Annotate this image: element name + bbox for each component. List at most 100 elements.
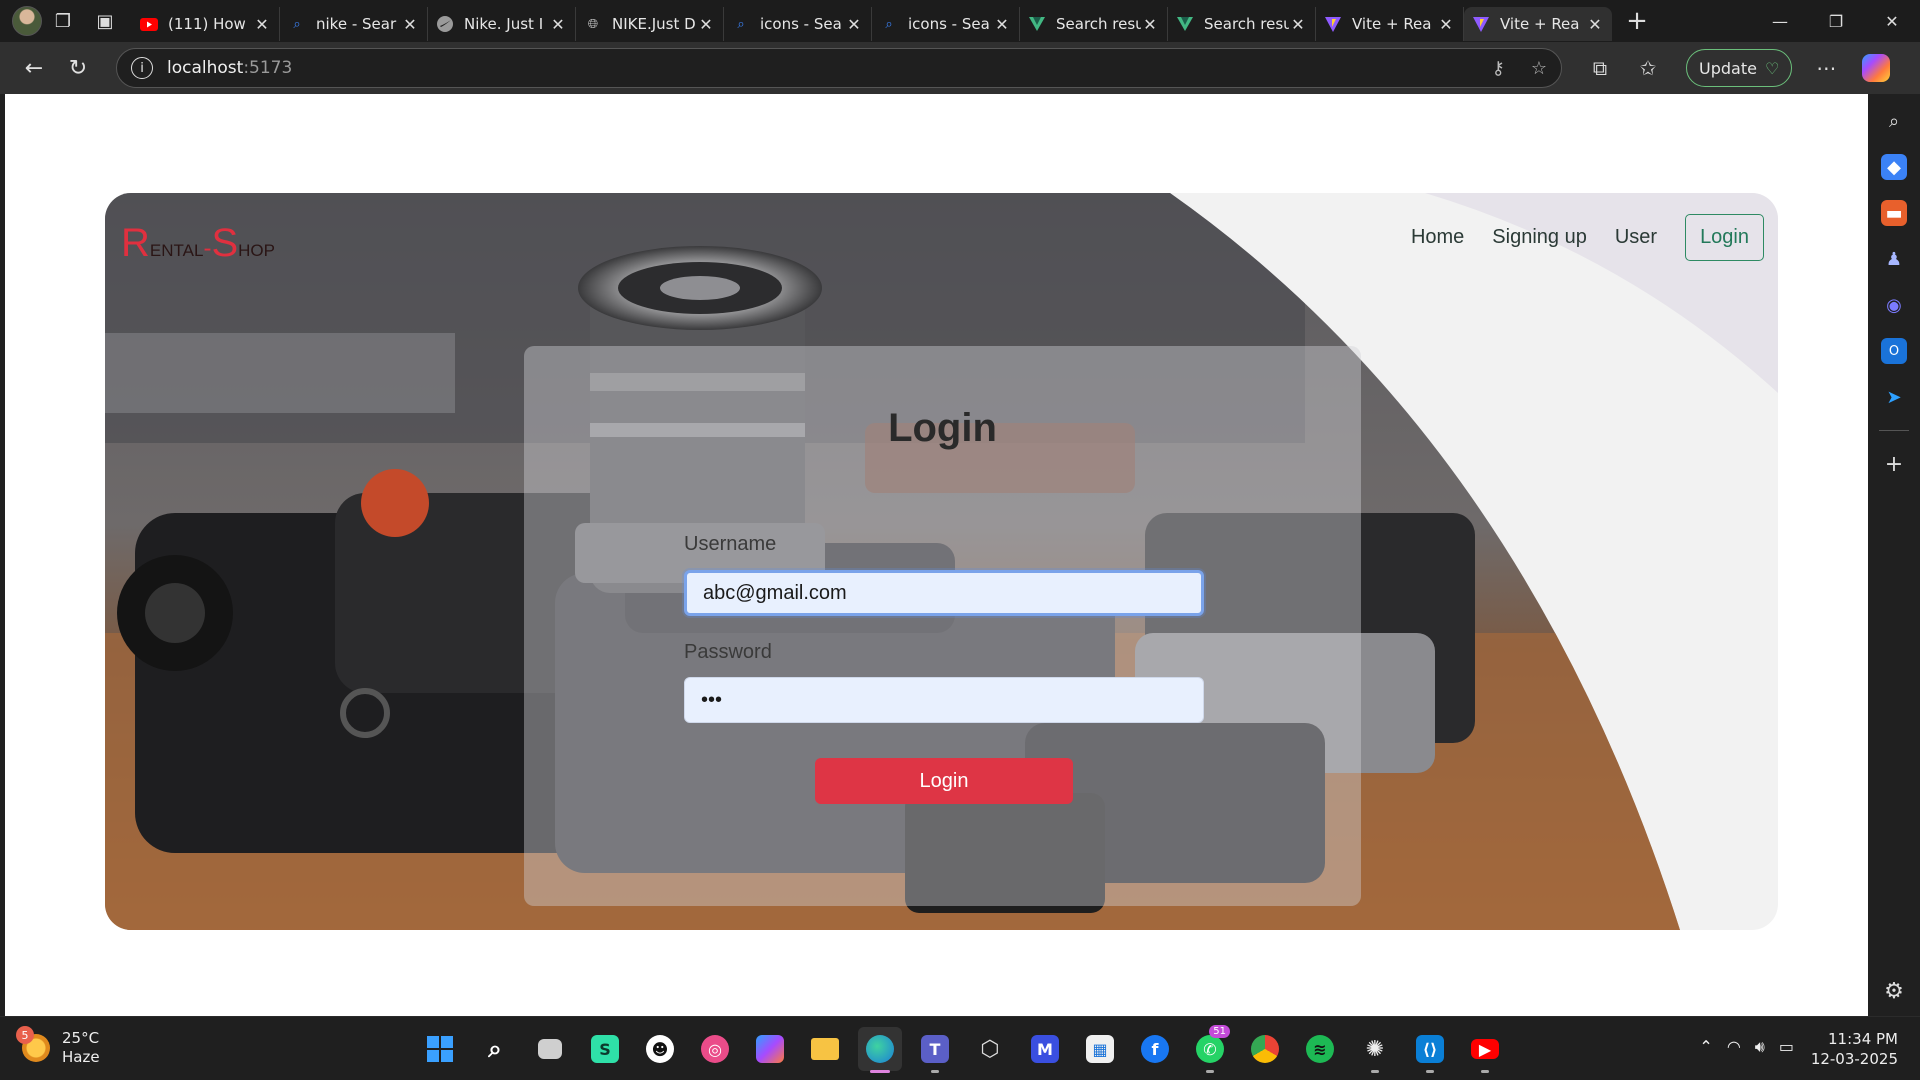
browser-tab[interactable]: ⌕ icons - Sea ✕ (724, 7, 872, 41)
shopping-tag-icon[interactable]: ◆ (1881, 154, 1907, 180)
task-view-icon (538, 1039, 562, 1059)
close-tab-icon[interactable]: ✕ (993, 15, 1011, 34)
favorite-star-icon[interactable]: ☆ (1531, 58, 1547, 79)
taskbar-app-whatsapp[interactable]: ✆ 51 (1188, 1025, 1232, 1073)
volume-icon[interactable]: 🔊︎ (1755, 1037, 1765, 1057)
copilot-sidebar-icon[interactable]: ◉ (1881, 292, 1907, 318)
browser-tab[interactable]: (111) How ✕ (132, 7, 280, 41)
taskbar-app-chatgpt[interactable]: ✺ (1353, 1027, 1397, 1073)
task-view-button[interactable] (528, 1027, 572, 1071)
browser-tab-active[interactable]: Vite + Rea ✕ (1464, 7, 1612, 41)
taskbar-app-chrome[interactable] (1243, 1027, 1287, 1071)
close-tab-icon[interactable]: ✕ (845, 15, 863, 34)
update-button[interactable]: Update ♡ (1686, 49, 1793, 87)
workspaces-icon[interactable]: ❐ (42, 0, 84, 42)
tab-strip: (111) How ✕ ⌕ nike - Sear ✕ Nike. Just I… (132, 0, 1612, 42)
weather-widget[interactable]: 5 25°C Haze (16, 1026, 100, 1067)
streamlabs-icon: S (591, 1035, 619, 1063)
tab-title: icons - Sea (908, 15, 990, 33)
site-logo[interactable]: Rental-Shop (121, 221, 275, 266)
battery-icon[interactable]: ▭ (1779, 1037, 1794, 1057)
search-icon: ⌕ (737, 16, 745, 32)
close-tab-icon[interactable]: ✕ (697, 15, 715, 34)
folder-icon (811, 1038, 839, 1060)
weather-sun-icon: 5 (16, 1026, 50, 1062)
close-window-icon[interactable]: ✕ (1864, 0, 1920, 42)
close-tab-icon[interactable]: ✕ (1141, 15, 1159, 34)
browser-tab[interactable]: 🌐︎ NIKE.Just D ✕ (576, 7, 724, 41)
login-submit-button[interactable]: Login (815, 758, 1073, 804)
address-bar[interactable]: i localhost:5173 ⚷ ☆ (116, 48, 1562, 88)
close-tab-icon[interactable]: ✕ (549, 15, 567, 34)
taskbar-app-unity[interactable]: ⬡ (968, 1027, 1012, 1071)
site-info-icon[interactable]: i (131, 57, 153, 79)
taskbar-app-teams[interactable]: T (913, 1027, 957, 1073)
close-tab-icon[interactable]: ✕ (401, 15, 419, 34)
browser-tab[interactable]: Search resu ✕ (1020, 7, 1168, 41)
games-icon[interactable]: ♟ (1881, 246, 1907, 272)
close-tab-icon[interactable]: ✕ (1586, 15, 1604, 34)
tab-title: nike - Sear (316, 15, 397, 33)
more-options-icon[interactable]: ⋯ (1806, 48, 1846, 88)
taskbar-app-youtube[interactable]: ▶ (1463, 1027, 1507, 1073)
tab-title: Vite + Rea (1352, 15, 1432, 33)
profile-avatar[interactable] (12, 6, 42, 36)
close-tab-icon[interactable]: ✕ (253, 15, 271, 34)
restore-icon[interactable]: ❐ (1808, 0, 1864, 42)
minimize-icon[interactable]: — (1752, 0, 1808, 42)
browser-tab[interactable]: ⌕ nike - Sear ✕ (280, 7, 428, 41)
nav-login-button[interactable]: Login (1685, 214, 1764, 261)
vertical-tabs-icon[interactable]: ▣ (84, 0, 126, 42)
copilot-icon[interactable] (1862, 54, 1891, 82)
key-icon[interactable]: ⚷ (1492, 58, 1505, 79)
nav-user-link[interactable]: User (1615, 226, 1657, 249)
heart-icon: ♡ (1764, 58, 1780, 78)
back-button[interactable]: ← (12, 48, 56, 88)
chrome-icon (1251, 1035, 1279, 1063)
new-tab-button[interactable]: + (1616, 0, 1658, 42)
taskbar-app-dribbble[interactable]: ◎ (693, 1027, 737, 1071)
favorites-icon[interactable]: ✩ (1628, 48, 1668, 88)
nav-signup-link[interactable]: Signing up (1492, 226, 1587, 249)
window-controls: — ❐ ✕ (1752, 0, 1920, 42)
username-input[interactable]: abc@gmail.com (684, 570, 1204, 616)
taskbar-app-assistant[interactable]: ☻ (638, 1027, 682, 1071)
password-input[interactable]: ••• (684, 677, 1204, 723)
refresh-button[interactable]: ↻ (56, 48, 100, 88)
taskbar-search-button[interactable]: ⌕ (473, 1027, 517, 1071)
password-label: Password (684, 641, 772, 663)
browser-tab[interactable]: Search resu ✕ (1168, 7, 1316, 41)
extensions-icon[interactable]: ⧉ (1580, 48, 1620, 88)
taskbar-app-vscode[interactable]: ⟨⟩ (1408, 1027, 1452, 1073)
taskbar-app-store[interactable]: ▦ (1078, 1027, 1122, 1071)
wifi-icon[interactable]: ◠ (1727, 1037, 1741, 1057)
vuetify-icon (1176, 15, 1194, 33)
edge-icon (866, 1035, 894, 1063)
logo-text-hop: hop (238, 235, 275, 262)
youtube-icon: ▶ (1471, 1039, 1499, 1059)
taskbar-app-facebook[interactable]: f (1133, 1027, 1177, 1071)
taskbar-app-mathpix[interactable]: M (1023, 1027, 1067, 1071)
windows-logo-icon (427, 1036, 453, 1062)
taskbar-app-explorer[interactable] (803, 1027, 847, 1071)
taskbar-app-streamlabs[interactable]: S (583, 1027, 627, 1071)
browser-tab[interactable]: ⌕ icons - Sea ✕ (872, 7, 1020, 41)
start-button[interactable] (418, 1027, 462, 1071)
send-icon[interactable]: ➤ (1881, 384, 1907, 410)
tools-briefcase-icon[interactable]: ▬ (1881, 200, 1907, 226)
search-icon[interactable]: ⌕ (1881, 108, 1907, 134)
chevron-up-icon[interactable]: ⌃ (1699, 1037, 1712, 1057)
add-icon[interactable]: + (1881, 451, 1907, 477)
vscode-icon: ⟨⟩ (1416, 1035, 1444, 1063)
browser-tab[interactable]: Nike. Just I ✕ (428, 7, 576, 41)
browser-tab[interactable]: Vite + Rea ✕ (1316, 7, 1464, 41)
settings-gear-icon[interactable]: ⚙ (1884, 979, 1904, 1004)
outlook-icon[interactable]: O (1881, 338, 1907, 364)
close-tab-icon[interactable]: ✕ (1289, 15, 1307, 34)
close-tab-icon[interactable]: ✕ (1437, 15, 1455, 34)
taskbar-app-spotify[interactable]: ≋ (1298, 1027, 1342, 1071)
taskbar-app-copilot[interactable] (748, 1027, 792, 1071)
nav-home-link[interactable]: Home (1411, 226, 1464, 249)
taskbar-app-edge[interactable] (858, 1027, 902, 1073)
clock[interactable]: 11:34 PM 12-03-2025 (1811, 1029, 1898, 1069)
